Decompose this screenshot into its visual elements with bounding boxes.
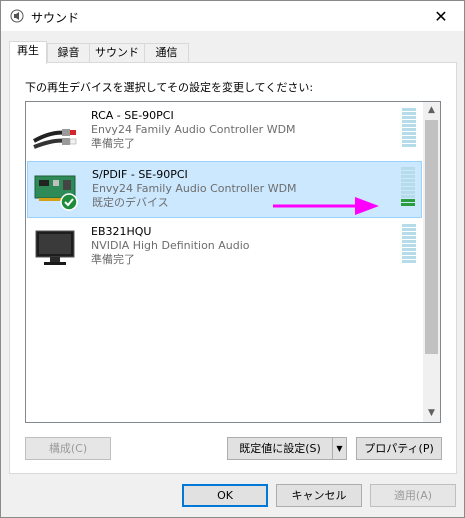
vertical-scrollbar[interactable]: ▲ ▼: [423, 102, 440, 422]
device-name: RCA - SE-90PCI: [91, 109, 174, 122]
close-button[interactable]: ✕: [418, 1, 464, 31]
chevron-down-icon[interactable]: ▼: [332, 438, 346, 459]
device-driver: Envy24 Family Audio Controller WDM: [91, 123, 296, 136]
scroll-thumb[interactable]: [425, 120, 438, 354]
close-icon: ✕: [434, 6, 448, 26]
tab-sounds[interactable]: サウンド: [89, 43, 145, 63]
device-status: 準備完了: [91, 137, 135, 150]
sound-dialog: サウンド ✕ 再生 録音 サウンド 通信 下の再生デバイスを選択してその設定を変…: [0, 0, 465, 518]
configure-button[interactable]: 構成(C): [25, 437, 111, 460]
list-item-eb321hqu[interactable]: EB321HQU NVIDIA High Definition Audio 準備…: [27, 219, 422, 276]
device-list: RCA - SE-90PCI Envy24 Family Audio Contr…: [25, 101, 441, 423]
rca-cable-icon: [33, 129, 77, 149]
level-meter: [402, 224, 416, 266]
set-default-button[interactable]: 既定値に設定(S) ▼: [227, 437, 347, 460]
device-driver: NVIDIA High Definition Audio: [91, 239, 250, 252]
scroll-down-icon[interactable]: ▼: [423, 405, 440, 422]
ok-button[interactable]: OK: [182, 484, 268, 507]
sound-card-icon: [34, 175, 78, 211]
device-driver: Envy24 Family Audio Controller WDM: [92, 182, 297, 195]
properties-button[interactable]: プロパティ(P): [356, 437, 442, 460]
scroll-up-icon[interactable]: ▲: [423, 102, 440, 119]
set-default-label: 既定値に設定(S): [239, 442, 321, 455]
list-item-rca[interactable]: RCA - SE-90PCI Envy24 Family Audio Contr…: [27, 103, 422, 160]
title-bar: サウンド ✕: [1, 1, 464, 31]
device-status: 準備完了: [91, 253, 135, 266]
monitor-icon: [35, 230, 75, 265]
window-title: サウンド: [31, 11, 80, 25]
device-name: EB321HQU: [91, 225, 152, 238]
device-status: 既定のデバイス: [92, 196, 169, 209]
annotation-arrow-icon: [273, 197, 379, 215]
device-name: S/PDIF - SE-90PCI: [92, 168, 188, 181]
tab-communications[interactable]: 通信: [144, 43, 189, 63]
level-meter: [402, 108, 416, 150]
apply-button[interactable]: 適用(A): [370, 484, 456, 507]
playback-panel: 下の再生デバイスを選択してその設定を変更してください: RCA - SE-90P…: [9, 62, 457, 474]
tab-recording[interactable]: 録音: [47, 43, 90, 63]
cancel-button[interactable]: キャンセル: [276, 484, 362, 507]
instruction-text: 下の再生デバイスを選択してその設定を変更してください:: [25, 81, 314, 94]
level-meter: [401, 167, 415, 209]
speaker-icon: [10, 9, 24, 23]
tab-playback[interactable]: 再生: [9, 41, 47, 64]
